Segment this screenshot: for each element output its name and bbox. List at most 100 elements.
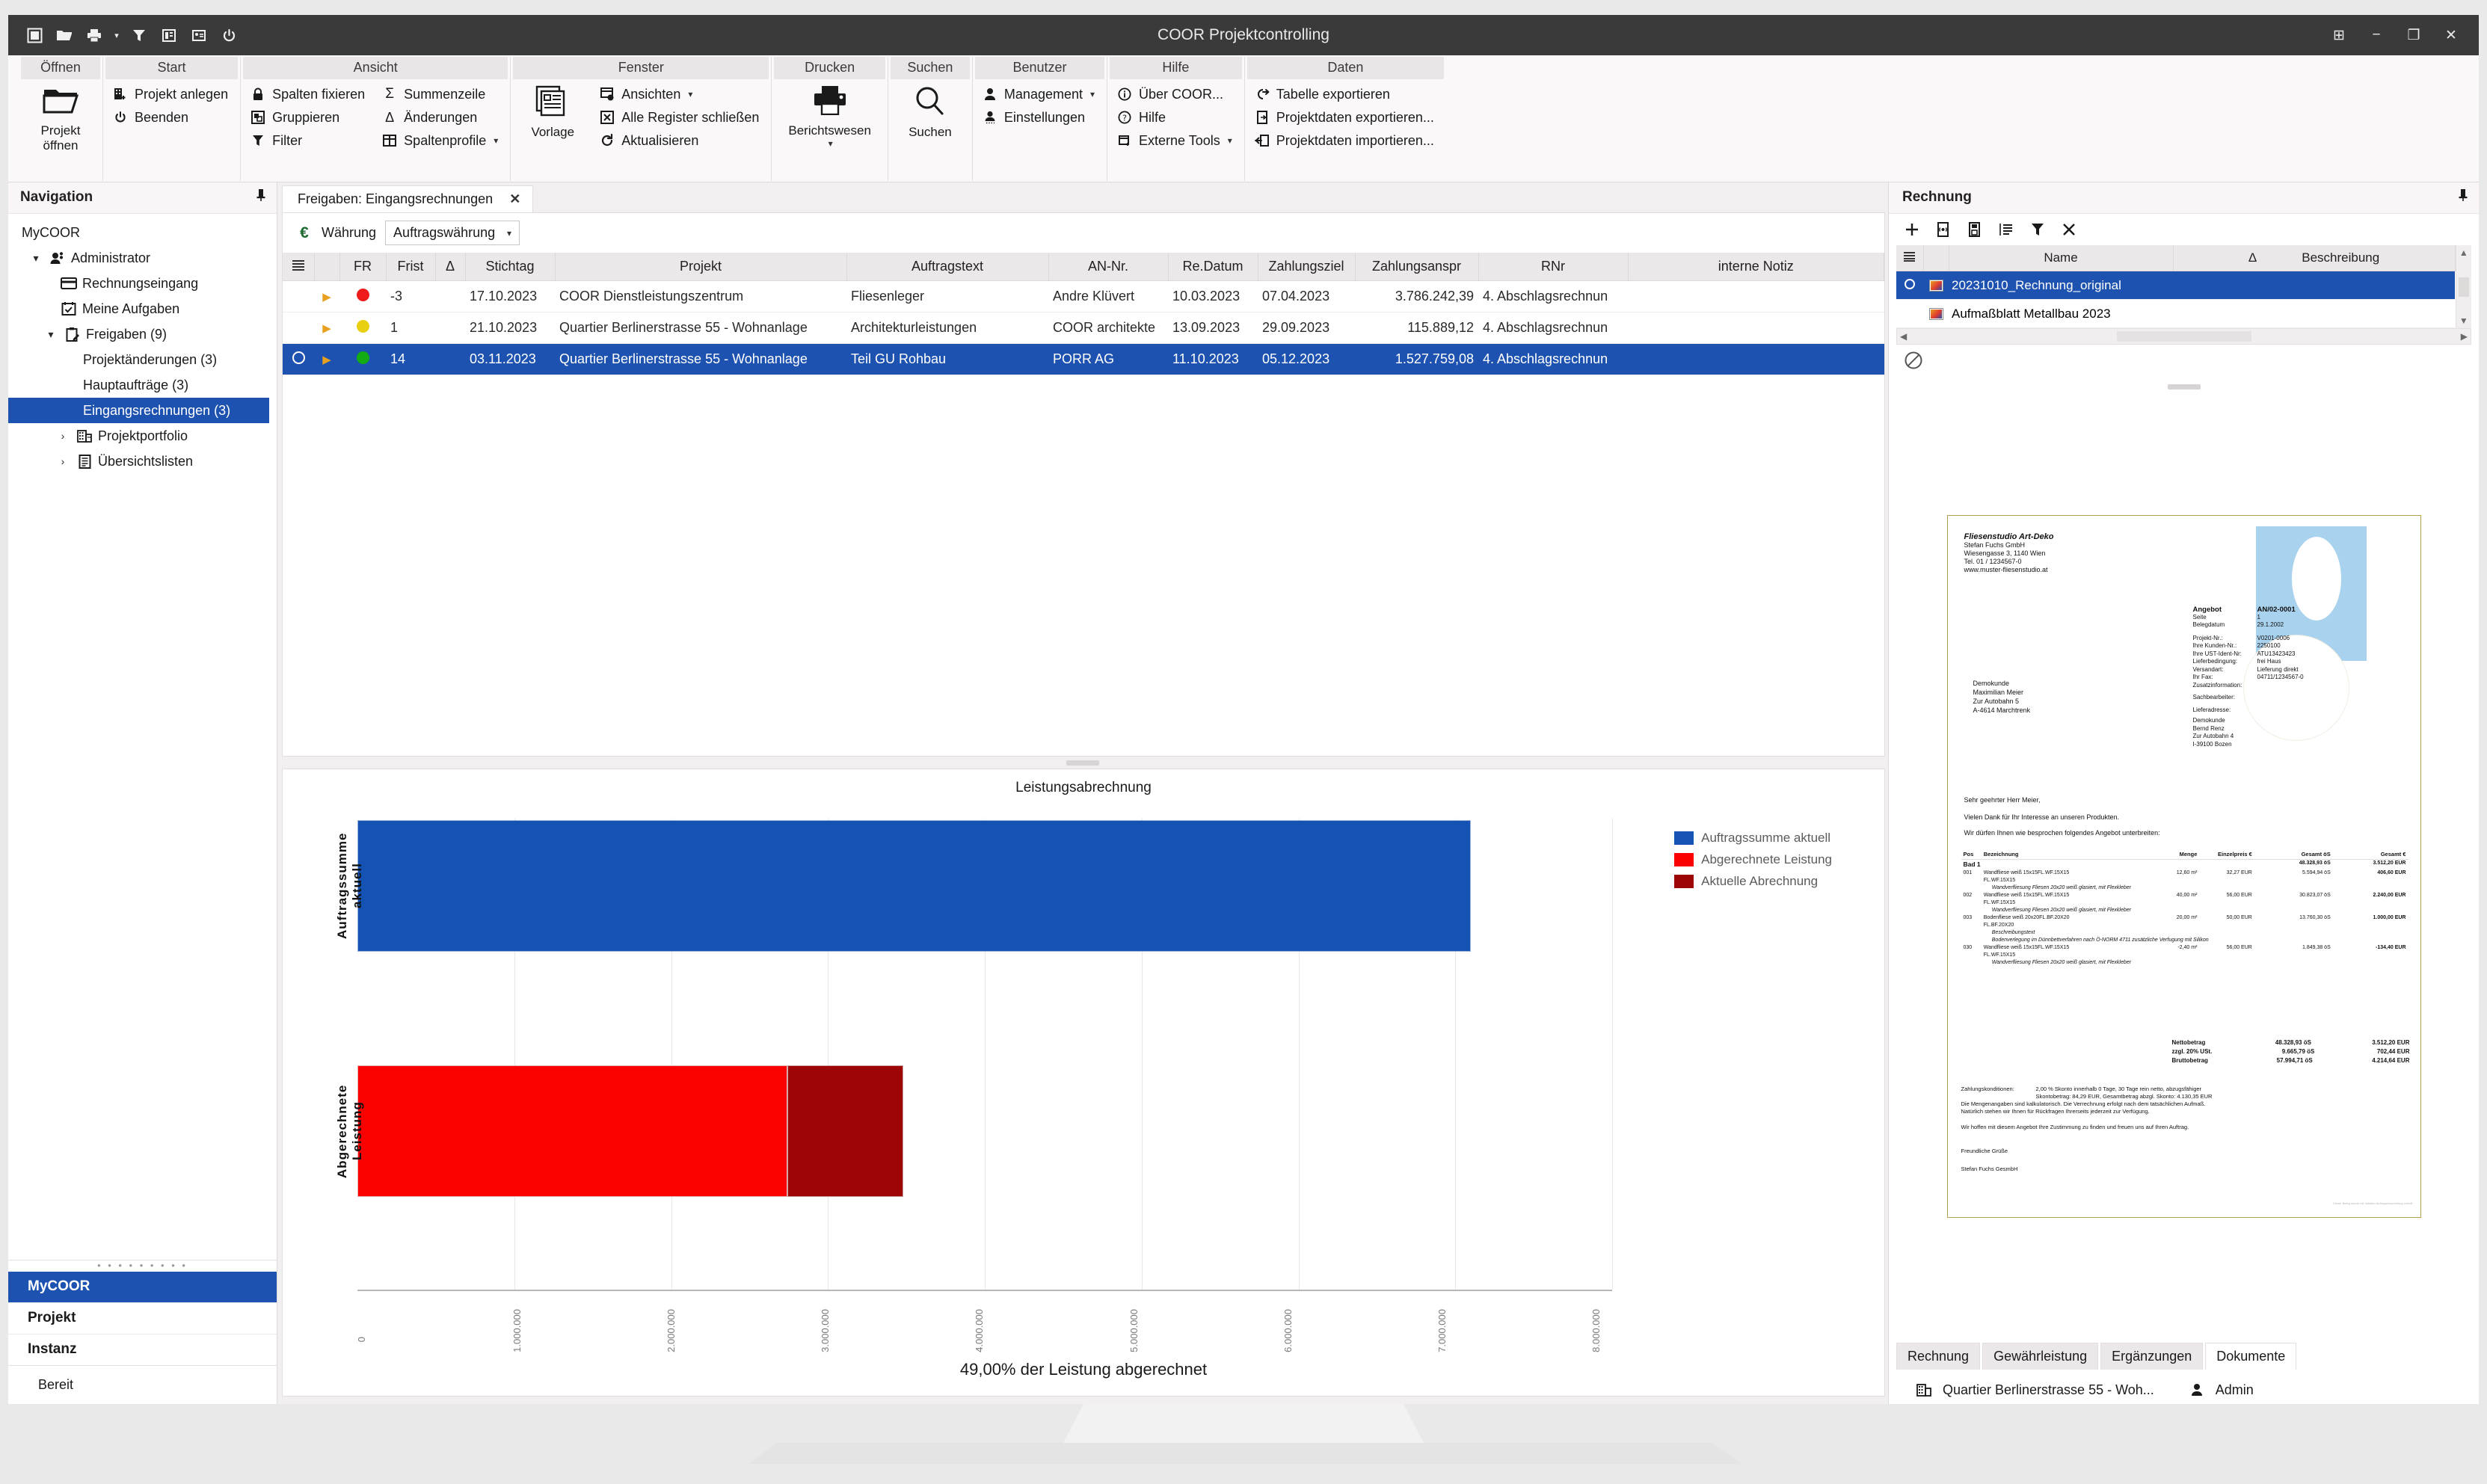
- ueber-coor-button[interactable]: Über COOR...: [1113, 84, 1238, 105]
- print-dropdown-caret-icon[interactable]: ▾: [111, 22, 122, 48]
- list-icon[interactable]: [1996, 220, 2016, 239]
- scroll-right-icon[interactable]: ▶: [2461, 331, 2468, 342]
- document-save-icon[interactable]: [1965, 220, 1985, 239]
- currency-select[interactable]: Auftragswährung ▾: [385, 221, 520, 245]
- nav-tab-instanz[interactable]: Instanz: [8, 1334, 277, 1365]
- table-row[interactable]: ▶ -3 17.10.2023 COOR Dienstleistungszent…: [283, 280, 1884, 312]
- externe-tools-button[interactable]: Externe Tools ▾: [1113, 130, 1238, 151]
- minimize-button[interactable]: −: [2359, 20, 2394, 50]
- tab-dokumente[interactable]: Dokumente: [2205, 1343, 2297, 1370]
- spaltenprofile-button[interactable]: Spaltenprofile ▾: [378, 130, 504, 151]
- scroll-left-icon[interactable]: ◀: [1900, 331, 1907, 342]
- stop-icon[interactable]: [22, 22, 47, 48]
- sidebar-item-administrator[interactable]: ▾ Administrator: [8, 245, 277, 271]
- alle-register-schliessen-button[interactable]: Alle Register schließen: [596, 107, 765, 128]
- bar-aktuelle-abrechnung[interactable]: [787, 1065, 903, 1197]
- close-icon[interactable]: [2059, 220, 2079, 239]
- restore-down-button[interactable]: ⊞: [2322, 20, 2356, 50]
- suchen-button[interactable]: Suchen: [894, 84, 966, 181]
- print-icon[interactable]: [82, 22, 107, 48]
- summenzeile-button[interactable]: Σ Summenzeile: [378, 84, 504, 105]
- sidebar-item-uebersichtslisten[interactable]: › Übersichtslisten: [8, 449, 277, 474]
- gruppieren-button[interactable]: Gruppieren: [247, 107, 371, 128]
- col-an-nr[interactable]: AN-Nr.: [1048, 253, 1169, 281]
- chevron-down-icon[interactable]: ▾: [28, 252, 44, 265]
- projektdaten-exportieren-button[interactable]: Projektdaten exportieren...: [1251, 107, 1440, 128]
- legend-item[interactable]: Abgerechnete Leistung: [1674, 852, 1832, 867]
- table-row[interactable]: ▶ 14 03.11.2023 Quartier Berlinerstrasse…: [283, 343, 1884, 375]
- pin-icon[interactable]: [256, 188, 266, 206]
- tab-freigaben-eingangsrechnungen[interactable]: Freigaben: Eingangsrechnungen ✕: [282, 185, 534, 212]
- close-button[interactable]: ✕: [2434, 20, 2468, 50]
- chevron-right-icon[interactable]: ›: [55, 455, 71, 467]
- scroll-down-icon[interactable]: ▼: [2459, 313, 2468, 328]
- chevron-down-icon[interactable]: ▾: [43, 328, 59, 341]
- bar-auftragssumme-aktuell[interactable]: [357, 820, 1472, 952]
- scrollbar-thumb[interactable]: [2458, 277, 2469, 297]
- horizontal-splitter[interactable]: [277, 757, 1888, 769]
- projekt-oeffnen-button[interactable]: Projekt öffnen: [25, 84, 96, 181]
- list-item[interactable]: Aufmaßblatt Metallbau 2023: [1896, 299, 2456, 328]
- spalten-fixieren-button[interactable]: Spalten fixieren: [247, 84, 371, 105]
- report-icon[interactable]: [156, 22, 182, 48]
- plus-icon[interactable]: [1902, 220, 1922, 239]
- col-projekt[interactable]: Projekt: [555, 253, 847, 281]
- sidebar-item-projektportfolio[interactable]: › Projektportfolio: [8, 423, 277, 449]
- col-re-datum[interactable]: Re.Datum: [1168, 253, 1258, 281]
- col-zahlungsanspr[interactable]: Zahlungsanspr: [1355, 253, 1479, 281]
- list-item[interactable]: 20231010_Rechnung_original: [1896, 271, 2456, 300]
- col-interne-notiz[interactable]: interne Notiz: [1628, 253, 1884, 281]
- col-rnr[interactable]: RNr: [1478, 253, 1629, 281]
- beenden-button[interactable]: Beenden: [109, 107, 234, 128]
- legend-item[interactable]: Auftragssumme aktuell: [1674, 831, 1832, 846]
- filter-button[interactable]: Filter: [247, 130, 371, 151]
- row-expander[interactable]: ▶: [314, 280, 339, 312]
- pin-icon[interactable]: [2458, 188, 2468, 206]
- scroll-up-icon[interactable]: ▲: [2459, 245, 2468, 260]
- doclist-horizontal-scrollbar[interactable]: ◀ ▶: [1896, 328, 2471, 345]
- hilfe-button[interactable]: ? Hilfe: [1113, 107, 1238, 128]
- vorlage-button[interactable]: Vorlage: [517, 84, 588, 181]
- einstellungen-button[interactable]: Einstellungen: [979, 107, 1101, 128]
- filter-icon[interactable]: [2028, 220, 2047, 239]
- col-doclist-menu[interactable]: [1896, 245, 1924, 271]
- sidebar-item-projektaenderungen[interactable]: Projektänderungen (3): [8, 347, 277, 372]
- table-row[interactable]: ▶ 1 21.10.2023 Quartier Berlinerstrasse …: [283, 312, 1884, 344]
- nav-tab-mycoor[interactable]: MyCOOR: [8, 1272, 277, 1303]
- document-preview-viewer[interactable]: Fliesenstudio Art-Deko Stefan Fuchs GmbH…: [1889, 392, 2479, 1340]
- navigation-splitter-grip[interactable]: • • • • • • • • •: [8, 1260, 277, 1272]
- ansichten-button[interactable]: Ansichten ▾: [596, 84, 765, 105]
- legend-item[interactable]: Aktuelle Abrechnung: [1674, 874, 1832, 889]
- sidebar-item-eingangsrechnungen[interactable]: Eingangsrechnungen (3): [8, 398, 269, 423]
- open-folder-icon[interactable]: [52, 22, 77, 48]
- right-panel-splitter[interactable]: [1889, 381, 2479, 392]
- power-icon[interactable]: [216, 22, 242, 48]
- document-link-icon[interactable]: [1934, 220, 1953, 239]
- sidebar-item-hauptauftraege[interactable]: Hauptaufträge (3): [8, 372, 277, 398]
- col-frist[interactable]: Frist: [386, 253, 436, 281]
- tab-ergaenzungen[interactable]: Ergänzungen: [2100, 1343, 2204, 1370]
- maximize-button[interactable]: ❐: [2397, 20, 2431, 50]
- scrollbar-thumb[interactable]: [2116, 331, 2251, 342]
- projekt-anlegen-button[interactable]: Projekt anlegen: [109, 84, 234, 105]
- close-icon[interactable]: ✕: [509, 191, 520, 207]
- col-fr[interactable]: FR: [339, 253, 387, 281]
- col-beschreibung[interactable]: Δ Beschreibung: [2173, 245, 2456, 271]
- col-stichtag[interactable]: Stichtag: [465, 253, 556, 281]
- tab-gewaehrleistung[interactable]: Gewährleistung: [1982, 1343, 2099, 1370]
- aenderungen-button[interactable]: Δ Änderungen: [378, 107, 504, 128]
- tabelle-exportieren-button[interactable]: Tabelle exportieren: [1251, 84, 1440, 105]
- projektdaten-importieren-button[interactable]: Projektdaten importieren...: [1251, 130, 1440, 151]
- nav-tab-projekt[interactable]: Projekt: [8, 1303, 277, 1334]
- doclist-vertical-scrollbar[interactable]: ▲ ▼: [2455, 245, 2471, 328]
- col-zahlungsziel[interactable]: Zahlungsziel: [1258, 253, 1356, 281]
- col-auftragstext[interactable]: Auftragstext: [846, 253, 1049, 281]
- nav-root-mycoor[interactable]: MyCOOR: [8, 220, 277, 245]
- filter-icon[interactable]: [126, 22, 152, 48]
- card-icon[interactable]: [186, 22, 212, 48]
- col-name[interactable]: Name: [1949, 245, 2174, 271]
- aktualisieren-button[interactable]: Aktualisieren: [596, 130, 765, 151]
- management-button[interactable]: Management ▾: [979, 84, 1101, 105]
- tab-rechnung[interactable]: Rechnung: [1896, 1343, 1981, 1370]
- sidebar-item-meine-aufgaben[interactable]: Meine Aufgaben: [8, 296, 277, 321]
